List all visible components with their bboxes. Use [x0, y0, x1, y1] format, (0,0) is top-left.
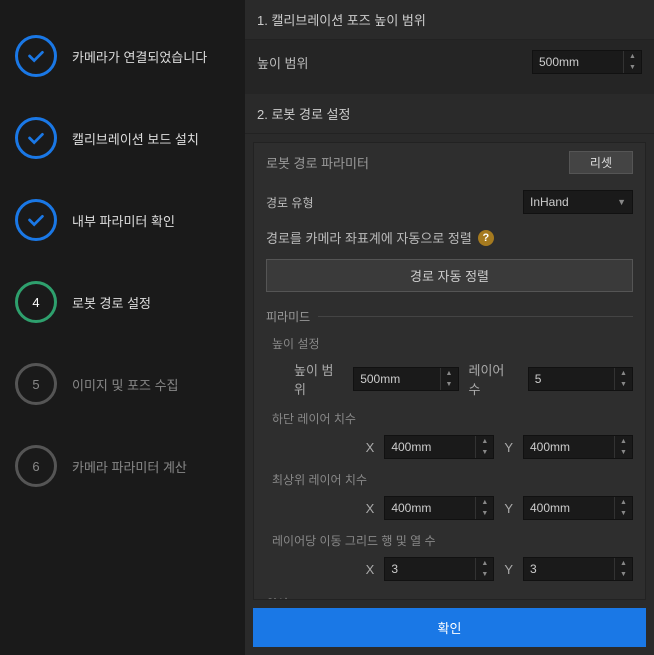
- chevron-down-icon[interactable]: ▼: [441, 379, 458, 390]
- panel-title: 로봇 경로 파라미터: [266, 153, 569, 172]
- x-label: X: [366, 440, 375, 455]
- chevron-up-icon[interactable]: ▲: [615, 436, 632, 447]
- chevron-down-icon[interactable]: ▼: [615, 447, 632, 458]
- grid-label: 레이어당 이동 그리드 행 및 열 수: [254, 528, 645, 553]
- step-label: 카메라 파라미터 계산: [72, 457, 187, 476]
- top-x-spinner[interactable]: ▲▼: [384, 496, 494, 520]
- y-label: Y: [504, 562, 513, 577]
- sidebar: 카메라가 연결되었습니다 캘리브레이션 보드 설치 내부 파라미터 확인 4 로…: [0, 0, 245, 655]
- check-icon: [15, 35, 57, 77]
- layer-count-label: 레이어 수: [469, 360, 518, 398]
- grid-y-input[interactable]: [524, 558, 614, 580]
- route-type-value: InHand: [530, 195, 569, 209]
- step-internal-params[interactable]: 내부 파라미터 확인: [0, 179, 245, 261]
- satellite-title: 위성: [266, 595, 288, 600]
- chevron-down-icon[interactable]: ▼: [615, 508, 632, 519]
- step-robot-path[interactable]: 4 로봇 경로 설정: [0, 261, 245, 343]
- bottom-x-input[interactable]: [385, 436, 475, 458]
- step-number-icon: 6: [15, 445, 57, 487]
- grid-y-spinner[interactable]: ▲▼: [523, 557, 633, 581]
- step-image-pose[interactable]: 5 이미지 및 포즈 수집: [0, 343, 245, 425]
- section1-title: 1. 캘리브레이션 포즈 높이 범위: [245, 0, 654, 40]
- layer-count-spinner[interactable]: ▲▼: [528, 367, 633, 391]
- step-camera-calc[interactable]: 6 카메라 파라미터 계산: [0, 425, 245, 507]
- height-range-label: 높이 범위: [257, 53, 532, 72]
- auto-align-label: 경로를 카메라 좌표계에 자동으로 정렬: [266, 228, 472, 247]
- pyramid-height-label: 높이 범위: [294, 360, 343, 398]
- chevron-up-icon[interactable]: ▲: [441, 368, 458, 379]
- pyramid-title: 피라미드: [266, 308, 310, 325]
- step-label: 내부 파라미터 확인: [72, 211, 175, 230]
- pyramid-height-input[interactable]: [354, 368, 439, 390]
- route-type-label: 경로 유형: [266, 194, 523, 211]
- chevron-down-icon[interactable]: ▼: [615, 569, 632, 580]
- chevron-down-icon[interactable]: ▼: [476, 447, 493, 458]
- chevron-up-icon[interactable]: ▲: [476, 436, 493, 447]
- step-board-install[interactable]: 캘리브레이션 보드 설치: [0, 97, 245, 179]
- step-camera-connected[interactable]: 카메라가 연결되었습니다: [0, 15, 245, 97]
- route-type-select[interactable]: InHand ▼: [523, 190, 633, 214]
- height-range-input[interactable]: [533, 51, 623, 73]
- y-label: Y: [504, 501, 513, 516]
- chevron-up-icon[interactable]: ▲: [615, 368, 632, 379]
- main-panel: 1. 캘리브레이션 포즈 높이 범위 높이 범위 ▲ ▼ 2. 로봇 경로 설정…: [245, 0, 654, 655]
- step-label: 이미지 및 포즈 수집: [72, 375, 179, 394]
- top-y-spinner[interactable]: ▲▼: [523, 496, 633, 520]
- chevron-down-icon[interactable]: ▼: [476, 508, 493, 519]
- grid-x-input[interactable]: [385, 558, 475, 580]
- route-params-panel: 로봇 경로 파라미터 리셋 경로 유형 InHand ▼ 경로를 카메라 좌표계…: [253, 142, 646, 600]
- step-label: 로봇 경로 설정: [72, 293, 151, 312]
- chevron-up-icon[interactable]: ▲: [476, 497, 493, 508]
- bottom-y-input[interactable]: [524, 436, 614, 458]
- y-label: Y: [504, 440, 513, 455]
- check-icon: [15, 199, 57, 241]
- divider: [318, 316, 633, 317]
- chevron-up-icon[interactable]: ▲: [615, 497, 632, 508]
- help-icon[interactable]: ?: [478, 230, 494, 246]
- step-number-icon: 5: [15, 363, 57, 405]
- step-label: 카메라가 연결되었습니다: [72, 47, 207, 66]
- x-label: X: [366, 562, 375, 577]
- reset-button[interactable]: 리셋: [569, 151, 633, 174]
- height-setting-label: 높이 설정: [254, 331, 645, 356]
- x-label: X: [366, 501, 375, 516]
- pyramid-height-spinner[interactable]: ▲▼: [353, 367, 458, 391]
- top-x-input[interactable]: [385, 497, 475, 519]
- check-icon: [15, 117, 57, 159]
- step-number-icon: 4: [15, 281, 57, 323]
- chevron-down-icon[interactable]: ▼: [615, 379, 632, 390]
- layer-count-input[interactable]: [529, 368, 614, 390]
- chevron-up-icon[interactable]: ▲: [476, 558, 493, 569]
- bottom-y-spinner[interactable]: ▲▼: [523, 435, 633, 459]
- top-layer-label: 최상위 레이어 치수: [254, 467, 645, 492]
- bottom-layer-label: 하단 레이어 치수: [254, 406, 645, 431]
- bottom-x-spinner[interactable]: ▲▼: [384, 435, 494, 459]
- height-range-spinner[interactable]: ▲ ▼: [532, 50, 642, 74]
- chevron-down-icon[interactable]: ▼: [624, 62, 641, 73]
- chevron-down-icon[interactable]: ▼: [476, 569, 493, 580]
- confirm-button[interactable]: 확인: [253, 608, 646, 647]
- chevron-up-icon[interactable]: ▲: [624, 51, 641, 62]
- top-y-input[interactable]: [524, 497, 614, 519]
- chevron-down-icon: ▼: [617, 197, 626, 207]
- auto-align-button[interactable]: 경로 자동 정렬: [266, 259, 633, 292]
- step-label: 캘리브레이션 보드 설치: [72, 129, 199, 148]
- chevron-up-icon[interactable]: ▲: [615, 558, 632, 569]
- grid-x-spinner[interactable]: ▲▼: [384, 557, 494, 581]
- section2-title: 2. 로봇 경로 설정: [245, 94, 654, 134]
